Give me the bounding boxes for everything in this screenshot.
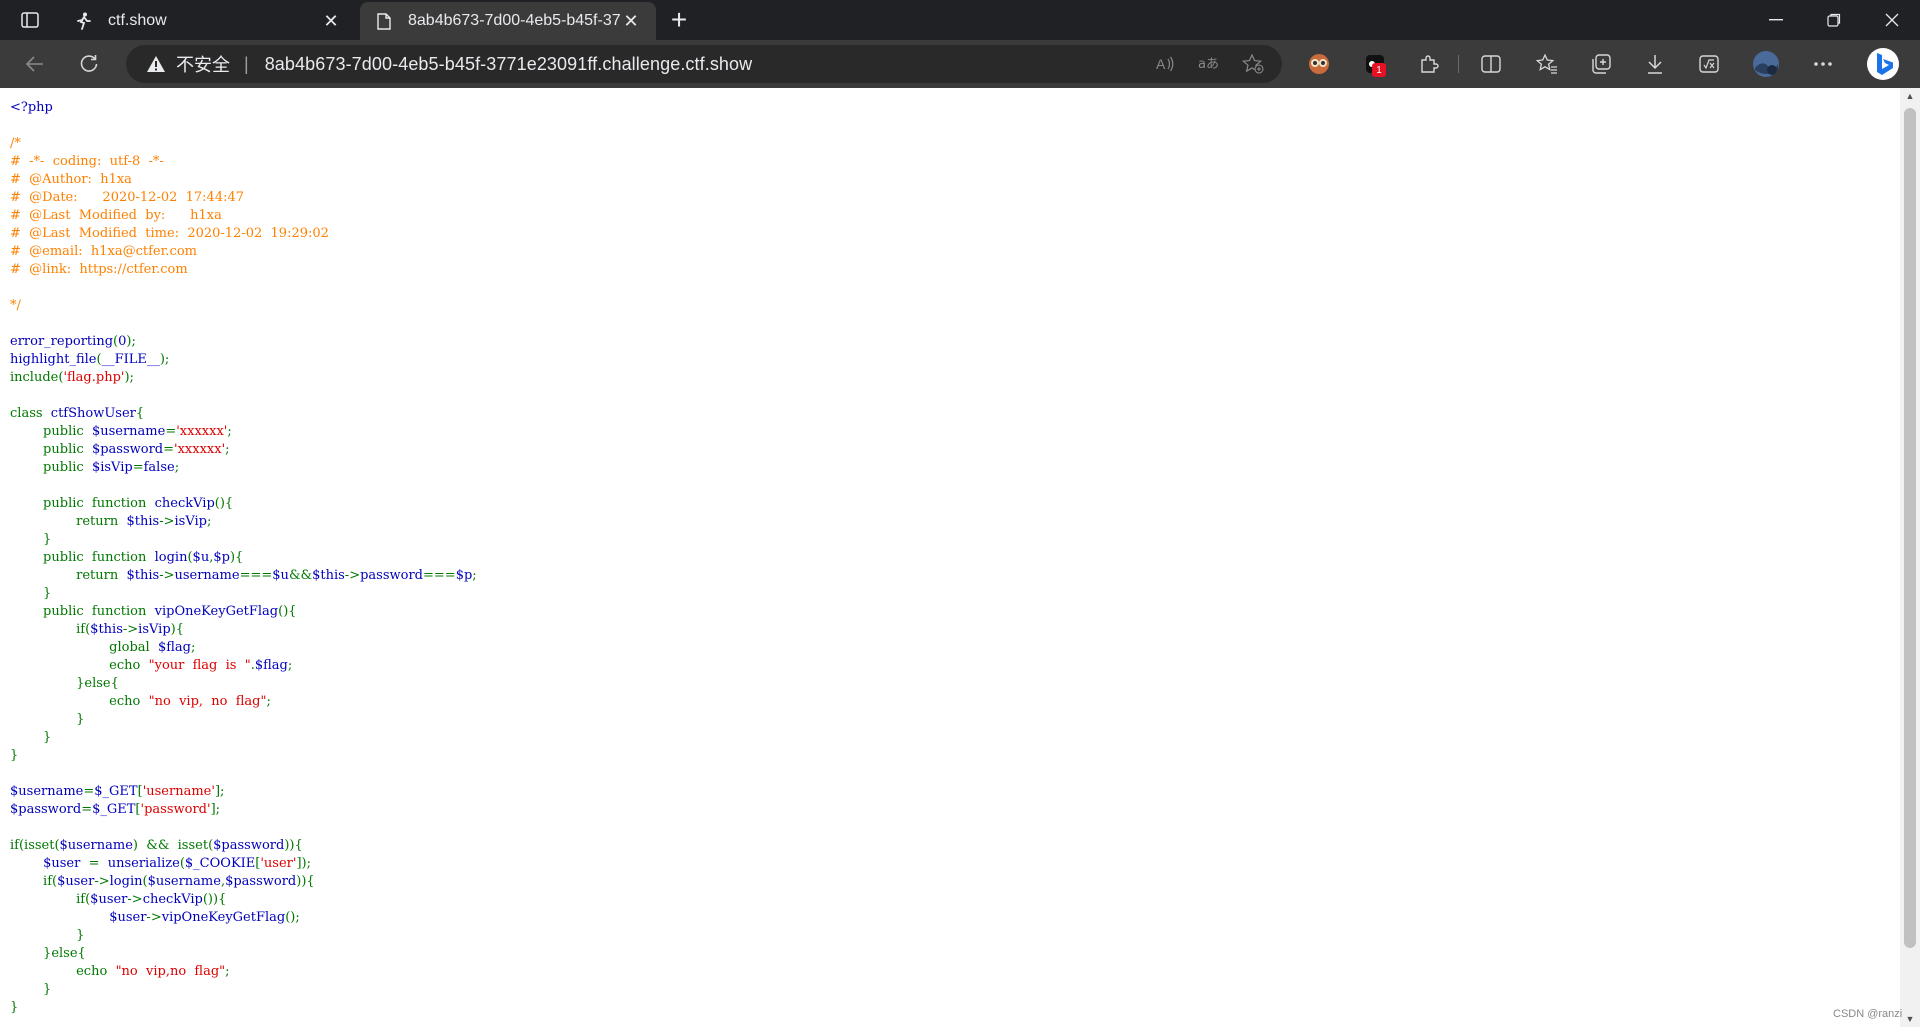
download-icon <box>1648 55 1662 74</box>
bing-copilot-button[interactable] <box>1865 47 1901 81</box>
refresh-button[interactable] <box>74 50 104 78</box>
tab-challenge[interactable]: 8ab4b673-7d00-4eb5-b45f-3771e23091ff.cha… <box>360 2 656 40</box>
collections-icon <box>1592 54 1611 74</box>
svg-text:aあ: aあ <box>1198 57 1219 72</box>
new-tab-button[interactable]: + <box>664 4 694 35</box>
code-header-comment: /* # -*- coding: utf-8 -*- # @Author: h1… <box>10 136 329 313</box>
restore-button[interactable] <box>1806 0 1862 40</box>
bing-icon <box>1867 48 1899 80</box>
watermark: CSDN @ranzi <box>1833 1008 1903 1020</box>
puzzle-icon <box>1421 55 1439 73</box>
profile-button[interactable] <box>1751 50 1781 78</box>
more-icon <box>1814 62 1832 66</box>
tab-title: ctf.show <box>108 12 167 29</box>
back-arrow-icon <box>25 56 43 72</box>
tab-ctfshow[interactable]: ctf.show ✕ <box>60 2 356 40</box>
extension-badge-button[interactable]: 1 <box>1360 50 1390 78</box>
toolbar: 不安全 | 8ab4b673-7d00-4eb5-b45f-3771e23091… <box>0 40 1920 88</box>
collections-button[interactable] <box>1586 50 1616 78</box>
back-button[interactable] <box>20 50 50 78</box>
vertical-scrollbar[interactable]: ▲ ▼ <box>1900 88 1920 1027</box>
runner-icon <box>74 11 94 31</box>
page-content: <?php /* # -*- coding: utf-8 -*- # @Auth… <box>0 88 1900 1027</box>
address-bar[interactable]: 不安全 | 8ab4b673-7d00-4eb5-b45f-3771e23091… <box>126 45 1282 83</box>
close-window-button[interactable] <box>1864 0 1920 40</box>
math-solver-icon <box>1699 55 1719 73</box>
refresh-icon <box>80 55 98 72</box>
toolbar-divider <box>1458 55 1459 73</box>
read-aloud-icon[interactable]: A <box>1150 50 1180 78</box>
minimize-button[interactable] <box>1748 0 1804 40</box>
security-label: 不安全 <box>176 55 230 75</box>
tab-strip: ctf.show ✕ 8ab4b673-7d00-4eb5-b45f-3771e… <box>0 0 1920 40</box>
restore-icon <box>1827 13 1841 27</box>
scrollbar-thumb[interactable] <box>1904 108 1916 948</box>
favorites-icon <box>1536 54 1557 74</box>
add-favorite-icon[interactable] <box>1238 50 1268 78</box>
php-open-tag: <?php <box>10 100 53 115</box>
svg-text:A: A <box>1156 56 1166 72</box>
php-source-code: <?php /* # -*- coding: utf-8 -*- # @Auth… <box>10 100 477 1015</box>
tab-title: 8ab4b673-7d00-4eb5-b45f-3771e23091ff.cha… <box>408 12 620 29</box>
close-icon <box>1885 13 1899 27</box>
minimize-icon <box>1769 19 1783 21</box>
close-tab-icon[interactable]: ✕ <box>320 10 342 32</box>
favorites-button[interactable] <box>1532 50 1562 78</box>
split-screen-button[interactable] <box>1476 50 1506 78</box>
translate-icon[interactable]: aあ <box>1194 50 1224 78</box>
warning-icon <box>147 56 165 72</box>
tab-actions-button[interactable] <box>12 6 48 34</box>
extension-owl-button[interactable] <box>1304 50 1334 78</box>
scroll-down-arrow-icon[interactable]: ▼ <box>1900 1011 1920 1027</box>
more-menu-button[interactable] <box>1808 50 1838 78</box>
scroll-up-arrow-icon[interactable]: ▲ <box>1900 88 1920 104</box>
page-icon <box>374 11 394 31</box>
extensions-button[interactable] <box>1414 50 1444 78</box>
split-screen-icon <box>1481 55 1501 73</box>
owl-extension-icon <box>1309 54 1329 74</box>
security-indicator[interactable]: 不安全 | <box>146 51 265 77</box>
profile-avatar-icon <box>1753 51 1779 77</box>
close-tab-icon[interactable]: ✕ <box>620 10 642 32</box>
downloads-button[interactable] <box>1640 50 1670 78</box>
tab-actions-icon <box>21 12 39 28</box>
extension-badge: 1 <box>1372 63 1386 77</box>
url-text[interactable]: 8ab4b673-7d00-4eb5-b45f-3771e23091ff.cha… <box>265 54 753 75</box>
address-separator: | <box>244 53 249 74</box>
math-solver-button[interactable] <box>1694 50 1724 78</box>
